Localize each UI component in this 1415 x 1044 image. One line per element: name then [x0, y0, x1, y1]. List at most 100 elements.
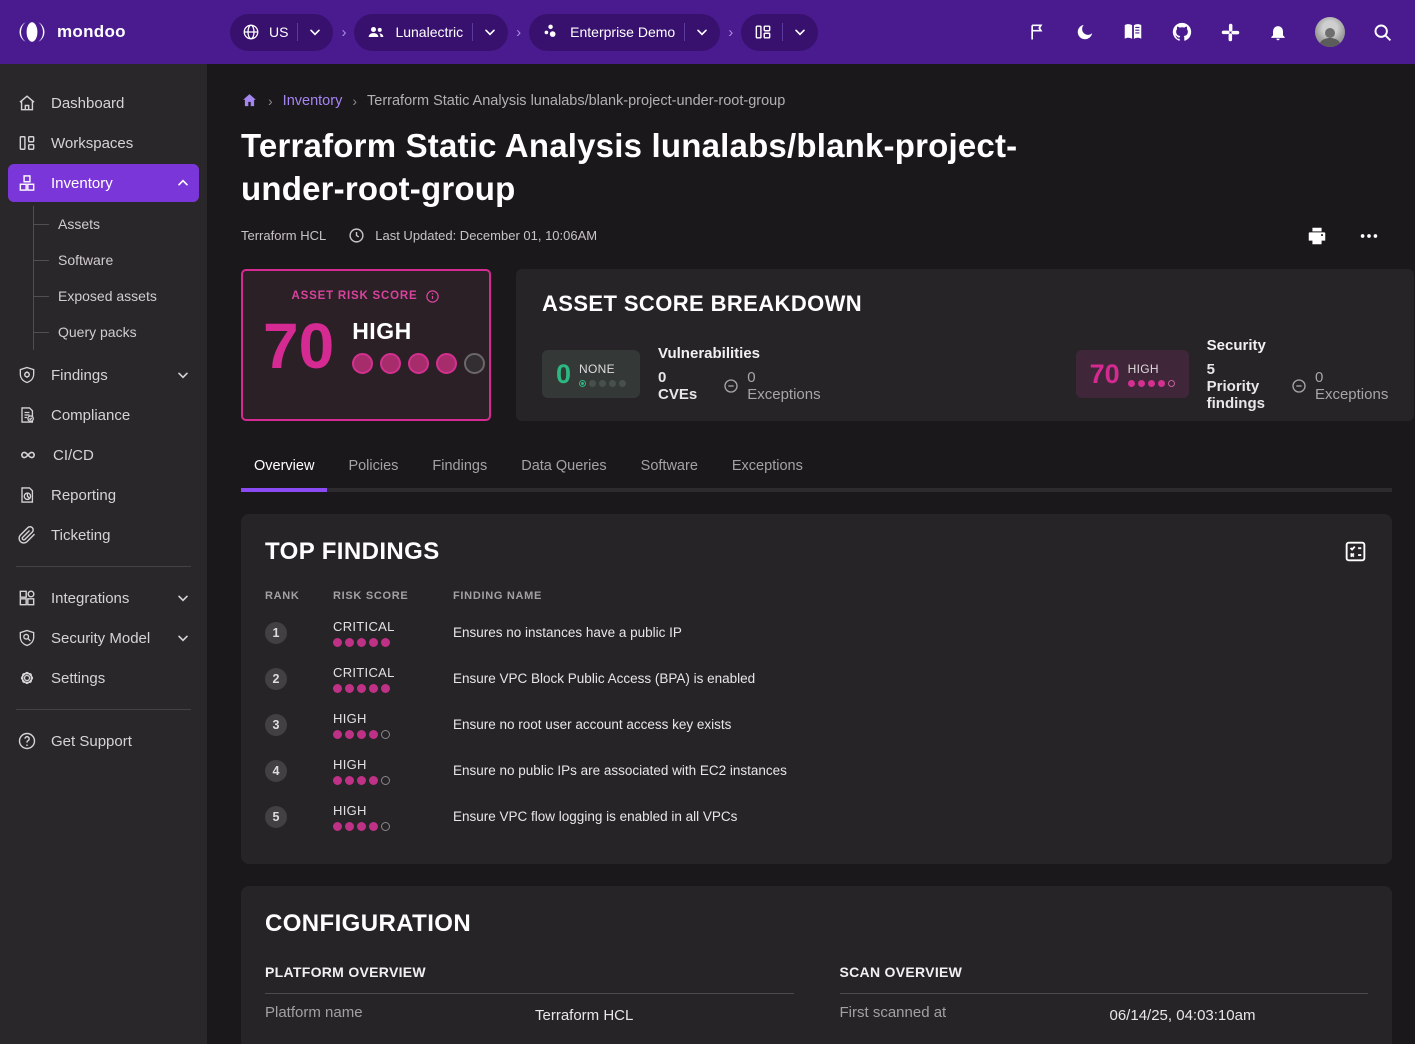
integrations-icon — [17, 588, 37, 608]
asset-score-breakdown-card: ASSET SCORE BREAKDOWN 0 NONE Vulnerabili… — [516, 269, 1414, 421]
sidebar-item-inventory[interactable]: Inventory — [8, 164, 199, 202]
chevron-down-icon — [482, 24, 498, 40]
sidebar-item-integrations[interactable]: Integrations — [8, 579, 199, 617]
severity-dot — [381, 822, 390, 831]
finding-name: Ensure no public IPs are associated with… — [453, 763, 1368, 778]
mondoo-logo-icon — [17, 19, 47, 45]
sidebar-item-software[interactable]: Software — [34, 242, 207, 278]
risk-score-dots — [333, 638, 453, 647]
slack-icon[interactable] — [1220, 22, 1241, 43]
docs-icon[interactable] — [1122, 21, 1144, 43]
sidebar-item-query-packs[interactable]: Query packs — [34, 314, 207, 350]
risk-severity-label: HIGH — [333, 803, 453, 818]
page-meta: Terraform HCL Last Updated: December 01,… — [241, 225, 1392, 247]
tab-overview[interactable]: Overview — [241, 446, 327, 488]
findings-icon — [17, 365, 37, 385]
flag-icon[interactable] — [1028, 22, 1048, 42]
inventory-icon — [17, 173, 37, 193]
severity-dot — [619, 380, 626, 387]
vulnerabilities-severity: NONE — [579, 362, 626, 376]
severity-dot — [333, 822, 342, 831]
tab-bar: OverviewPoliciesFindingsData QueriesSoft… — [241, 446, 1392, 492]
context-pill-enterprise-demo[interactable]: Enterprise Demo — [529, 14, 720, 51]
risk-score-dots — [333, 684, 453, 693]
sidebar-item-ticketing[interactable]: Ticketing — [8, 516, 199, 554]
sidebar-item-compliance[interactable]: Compliance — [8, 396, 199, 434]
severity-dot — [609, 380, 616, 387]
github-icon[interactable] — [1171, 21, 1193, 43]
sidebar-subitem-label: Query packs — [58, 324, 137, 340]
tab-exceptions[interactable]: Exceptions — [719, 446, 816, 488]
tab-software[interactable]: Software — [628, 446, 711, 488]
context-pill-lunalectric[interactable]: Lunalectric — [354, 14, 508, 51]
table-row[interactable]: 2CRITICALEnsure VPC Block Public Access … — [265, 656, 1368, 702]
vulnerabilities-score-chip: 0 NONE — [542, 350, 640, 398]
config-row: NameTerraform Static Analysis lunalabs/b… — [265, 1033, 794, 1044]
severity-dot — [357, 638, 366, 647]
tab-data-queries[interactable]: Data Queries — [508, 446, 619, 488]
sidebar-item-dashboard[interactable]: Dashboard — [8, 84, 199, 122]
table-row[interactable]: 1CRITICALEnsures no instances have a pub… — [265, 610, 1368, 656]
topbar-actions — [1028, 17, 1415, 47]
print-button[interactable] — [1306, 225, 1328, 247]
context-pill-workspace[interactable] — [741, 14, 818, 51]
severity-dot — [380, 353, 401, 374]
severity-dot — [369, 730, 378, 739]
cves-count: 0 CVEs — [658, 369, 697, 403]
compliance-icon — [17, 405, 37, 425]
minus-circle-icon — [1291, 378, 1307, 394]
sidebar-item-findings[interactable]: Findings — [8, 356, 199, 394]
user-avatar[interactable] — [1315, 17, 1345, 47]
sidebar-item-settings[interactable]: Settings — [8, 659, 199, 697]
vulnerabilities-title: Vulnerabilities — [658, 345, 821, 362]
mondoo-logo[interactable]: mondoo — [0, 19, 207, 45]
severity-dot — [436, 353, 457, 374]
tab-findings[interactable]: Findings — [419, 446, 500, 488]
breadcrumb-current: Terraform Static Analysis lunalabs/blank… — [367, 93, 785, 109]
sidebar-item-label: Integrations — [51, 590, 129, 607]
cicd-icon — [17, 444, 39, 466]
security-model-icon — [17, 628, 37, 648]
info-icon[interactable] — [425, 289, 440, 304]
breadcrumb-inventory-link[interactable]: Inventory — [283, 93, 343, 109]
sidebar-item-security-model[interactable]: Security Model — [8, 619, 199, 657]
sidebar-item-assets[interactable]: Assets — [34, 206, 207, 242]
table-row[interactable]: 3HIGHEnsure no root user account access … — [265, 702, 1368, 748]
severity-dot — [333, 684, 342, 693]
config-label: First scanned at — [840, 1004, 1110, 1027]
notifications-icon[interactable] — [1268, 22, 1288, 42]
more-options-button[interactable] — [1358, 225, 1380, 247]
chevron-down-icon — [694, 24, 710, 40]
sidebar-item-reporting[interactable]: Reporting — [8, 476, 199, 514]
sidebar-item-label: Get Support — [51, 733, 132, 750]
platform-tag: Terraform HCL — [241, 228, 326, 243]
breadcrumb-separator: › — [268, 93, 273, 109]
tab-policies[interactable]: Policies — [335, 446, 411, 488]
dark-mode-icon[interactable] — [1075, 22, 1095, 42]
rank-badge: 2 — [265, 668, 287, 690]
search-icon[interactable] — [1372, 22, 1393, 43]
table-row[interactable]: 5HIGHEnsure VPC flow logging is enabled … — [265, 794, 1368, 840]
severity-dot — [579, 380, 586, 387]
config-label: Platform name — [265, 1004, 535, 1027]
severity-dot — [464, 353, 485, 374]
sidebar-item-exposed-assets[interactable]: Exposed assets — [34, 278, 207, 314]
home-icon — [17, 93, 37, 113]
table-row[interactable]: 4HIGHEnsure no public IPs are associated… — [265, 748, 1368, 794]
sidebar-item-get-support[interactable]: Get Support — [8, 722, 199, 760]
severity-dot — [589, 380, 596, 387]
sidebar-item-label: Settings — [51, 670, 105, 687]
sidebar-item-ci-cd[interactable]: CI/CD — [8, 436, 199, 474]
breadcrumb-separator: › — [352, 93, 357, 109]
checklist-icon[interactable] — [1343, 539, 1368, 564]
breadcrumb: › Inventory › Terraform Static Analysis … — [241, 92, 1392, 109]
pill-divider — [684, 23, 685, 41]
brand-name: mondoo — [57, 22, 126, 42]
config-section-scan-overview: SCAN OVERVIEWFirst scanned at06/14/25, 0… — [840, 964, 1369, 1044]
context-pill-us[interactable]: US — [230, 14, 333, 51]
finding-name: Ensures no instances have a public IP — [453, 625, 1368, 640]
context-pill-label: Enterprise Demo — [570, 24, 675, 40]
severity-dot — [333, 776, 342, 785]
home-icon[interactable] — [241, 92, 258, 109]
sidebar-item-workspaces[interactable]: Workspaces — [8, 124, 199, 162]
